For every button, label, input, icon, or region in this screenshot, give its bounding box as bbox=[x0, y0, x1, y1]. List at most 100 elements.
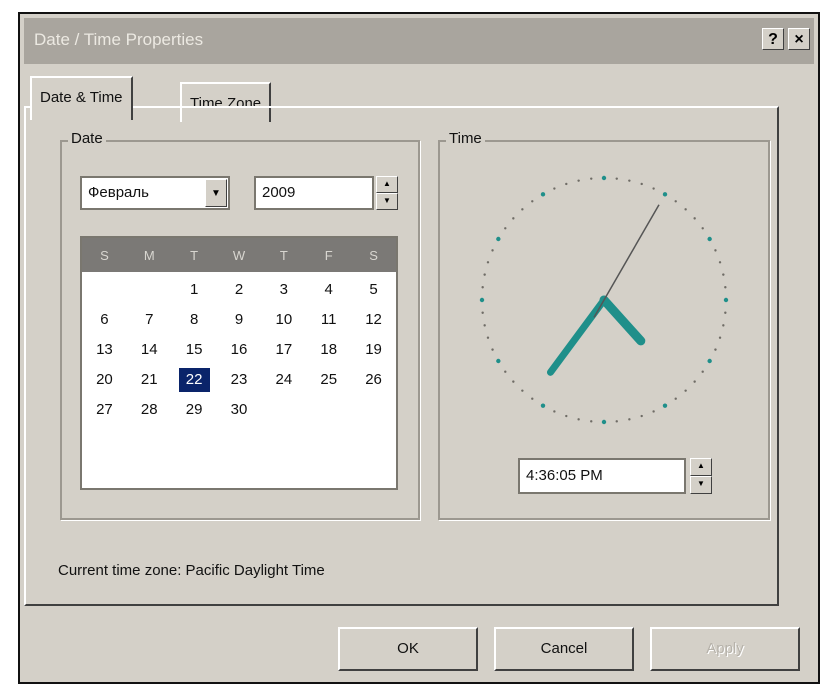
month-calendar[interactable]: S M T W T F S 1 2 3 4 5 6 7 8 9 10 11 12 13 14 15 16 17 1… bbox=[80, 236, 398, 490]
minute-hand bbox=[546, 296, 608, 376]
calendar-day[interactable]: 2 bbox=[217, 278, 262, 302]
time-field[interactable]: 4:36:05 PM bbox=[518, 458, 686, 494]
clock-tick bbox=[615, 177, 618, 180]
calendar-day[interactable]: 8 bbox=[172, 308, 217, 332]
clock-tick bbox=[693, 217, 696, 220]
weekday-label: T bbox=[279, 247, 288, 263]
year-spinner[interactable]: ▲ ▼ bbox=[376, 176, 398, 210]
calendar-day[interactable]: 10 bbox=[261, 308, 306, 332]
calendar-day[interactable]: 21 bbox=[127, 368, 172, 392]
calendar-day[interactable]: 15 bbox=[172, 338, 217, 362]
calendar-day[interactable]: 26 bbox=[351, 368, 396, 392]
calendar-day[interactable]: 27 bbox=[82, 398, 127, 422]
clock-tick bbox=[491, 348, 494, 351]
calendar-day[interactable]: 6 bbox=[82, 308, 127, 332]
calendar-day[interactable]: 22 bbox=[178, 368, 210, 392]
calendar-day[interactable]: 9 bbox=[217, 308, 262, 332]
clock-tick bbox=[496, 236, 501, 242]
clock-tick bbox=[718, 336, 722, 339]
calendar-day[interactable]: 25 bbox=[306, 368, 351, 392]
window-title: Date / Time Properties bbox=[34, 30, 204, 49]
clock-tick bbox=[684, 208, 687, 211]
weekday-label: F bbox=[324, 247, 333, 263]
tab-date-time[interactable]: Date & Time bbox=[30, 76, 133, 120]
help-button[interactable]: ? bbox=[762, 28, 784, 50]
calendar-day[interactable]: 5 bbox=[351, 278, 396, 302]
year-field[interactable]: 2009 bbox=[254, 176, 374, 210]
calendar-empty-cell bbox=[306, 398, 351, 422]
clock-tick bbox=[628, 179, 631, 182]
calendar-empty-cell bbox=[127, 278, 172, 302]
clock-tick bbox=[531, 397, 534, 400]
calendar-day[interactable]: 11 bbox=[306, 308, 351, 332]
analog-clock bbox=[479, 175, 729, 425]
clock-tick bbox=[590, 420, 593, 423]
clock-tick bbox=[652, 187, 655, 190]
calendar-day[interactable]: 18 bbox=[306, 338, 351, 362]
cancel-button[interactable]: Cancel bbox=[494, 627, 634, 671]
clock-tick bbox=[707, 358, 712, 364]
clock-tick bbox=[590, 177, 593, 180]
weekday-header: S M T W T F S bbox=[82, 238, 396, 272]
clock-tick bbox=[662, 403, 668, 408]
calendar-day[interactable]: 13 bbox=[82, 338, 127, 362]
clock-tick bbox=[512, 380, 515, 383]
calendar-day[interactable]: 14 bbox=[127, 338, 172, 362]
clock-tick bbox=[707, 236, 712, 242]
clock-tick bbox=[718, 261, 722, 264]
clock-tick bbox=[577, 179, 580, 182]
calendar-day[interactable]: 28 bbox=[127, 398, 172, 422]
clock-tick bbox=[504, 227, 507, 230]
year-value: 2009 bbox=[262, 184, 296, 201]
spin-up-icon[interactable]: ▲ bbox=[690, 458, 712, 476]
clock-tick bbox=[674, 397, 677, 400]
spin-down-icon[interactable]: ▼ bbox=[690, 476, 712, 494]
clock-tick bbox=[674, 200, 677, 203]
calendar-day[interactable]: 17 bbox=[261, 338, 306, 362]
calendar-day[interactable]: 24 bbox=[261, 368, 306, 392]
calendar-day[interactable]: 1 bbox=[172, 278, 217, 302]
clock-tick bbox=[553, 410, 556, 413]
calendar-empty-cell bbox=[261, 398, 306, 422]
time-spinner[interactable]: ▲ ▼ bbox=[690, 458, 712, 494]
calendar-day[interactable]: 16 bbox=[217, 338, 262, 362]
clock-tick bbox=[628, 418, 631, 421]
calendar-day[interactable]: 3 bbox=[261, 278, 306, 302]
clock-tick bbox=[722, 273, 725, 276]
calendar-day[interactable]: 12 bbox=[351, 308, 396, 332]
apply-button[interactable]: Apply bbox=[650, 627, 800, 671]
clock-tick bbox=[693, 380, 696, 383]
spin-down-icon[interactable]: ▼ bbox=[376, 193, 398, 210]
clock-tick bbox=[486, 336, 490, 339]
clock-tick bbox=[714, 348, 717, 351]
weekday-label: W bbox=[232, 247, 246, 263]
clock-tick bbox=[531, 200, 534, 203]
calendar-day[interactable]: 7 bbox=[127, 308, 172, 332]
clock-tick bbox=[540, 403, 546, 408]
clock-tick bbox=[724, 311, 727, 314]
calendar-day[interactable]: 30 bbox=[217, 398, 262, 422]
calendar-day[interactable]: 19 bbox=[351, 338, 396, 362]
time-value: 4:36:05 PM bbox=[526, 467, 603, 484]
chevron-down-icon[interactable]: ▼ bbox=[205, 179, 227, 207]
ok-button[interactable]: OK bbox=[338, 627, 478, 671]
clock-tick bbox=[491, 249, 494, 252]
clock-tick bbox=[684, 389, 687, 392]
clock-tick bbox=[483, 273, 486, 276]
clock-tick bbox=[723, 297, 729, 303]
clock-tick bbox=[662, 192, 668, 197]
clock-tick bbox=[724, 286, 727, 289]
clock-tick bbox=[521, 208, 524, 211]
clock-tick bbox=[615, 420, 618, 423]
clock-tick bbox=[553, 187, 556, 190]
calendar-day[interactable]: 23 bbox=[217, 368, 262, 392]
clock-tick bbox=[486, 261, 490, 264]
calendar-day[interactable]: 4 bbox=[306, 278, 351, 302]
clock-tick bbox=[601, 175, 607, 181]
month-select[interactable]: Февраль ▼ bbox=[80, 176, 230, 210]
close-button[interactable]: × bbox=[788, 28, 810, 50]
calendar-day[interactable]: 29 bbox=[172, 398, 217, 422]
title-bar[interactable]: Date / Time Properties ? × bbox=[24, 18, 814, 64]
calendar-day[interactable]: 20 bbox=[82, 368, 127, 392]
spin-up-icon[interactable]: ▲ bbox=[376, 176, 398, 193]
